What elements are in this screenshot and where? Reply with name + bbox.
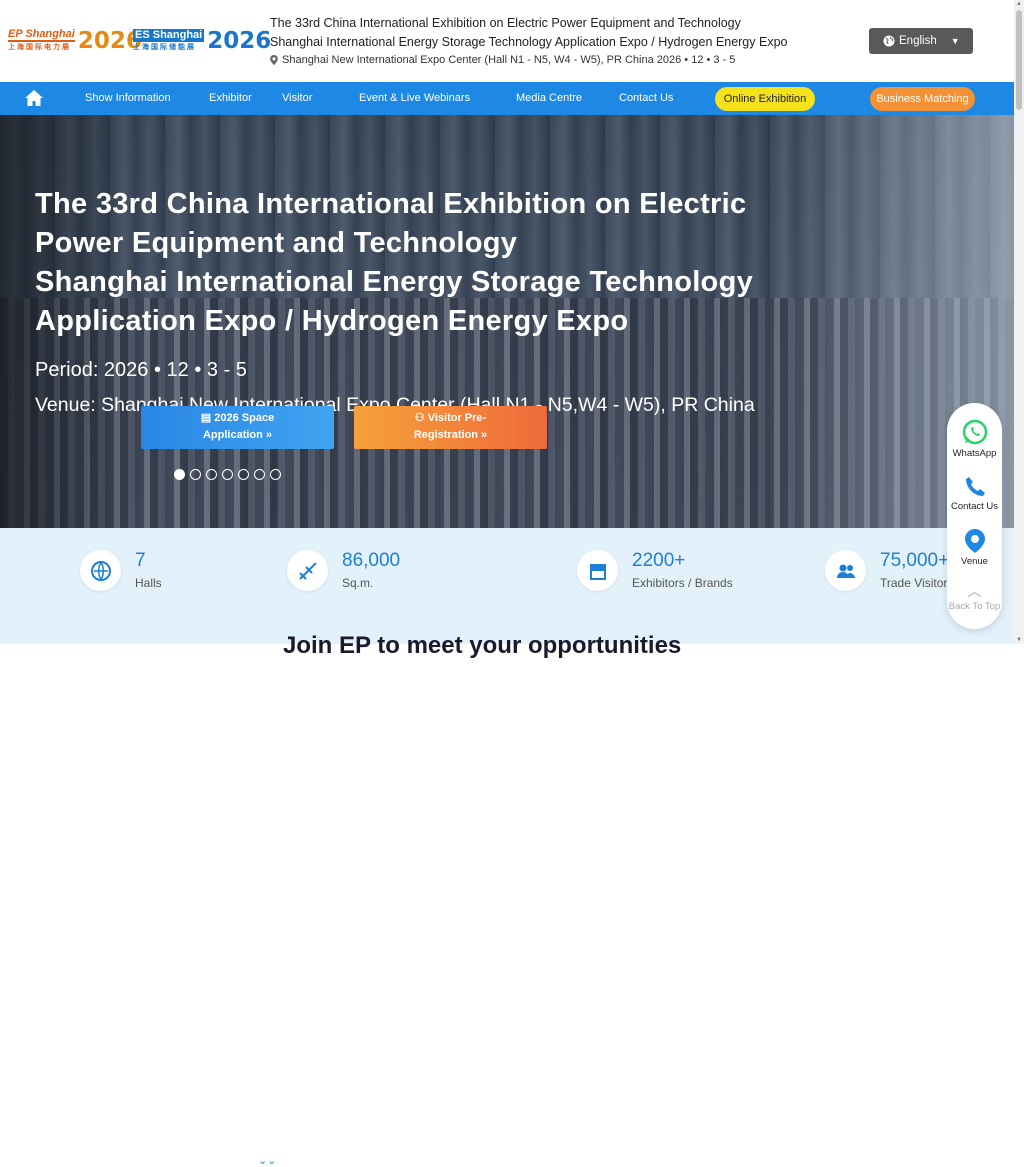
slider-dot[interactable] [270,469,281,480]
stat-label: Sq.m. [342,576,374,590]
ep-shanghai-logo[interactable]: EP Shanghai 上海国际电力展 2026 [8,26,142,56]
es-logo-cn: 上海国际储能展 [133,44,196,51]
section-heading: Join EP to meet your opportunities [283,632,682,659]
nav-visitor[interactable]: Visitor [282,82,312,115]
visitor-button-line2: Registration » [413,429,488,441]
slider-dot[interactable] [238,469,249,480]
online-exhibition-button[interactable]: Online Exhibition [715,87,815,111]
contact-us-label: Contact Us [951,501,998,512]
caret-down-icon: ▼ [950,36,960,46]
header-title-line1: The 33rd China International Exhibition … [270,16,741,30]
home-icon[interactable] [25,90,43,106]
scrollbar-thumb[interactable] [1016,10,1022,110]
double-chevron-down-icon: ⌄⌄ [258,1155,277,1167]
hero-title-line: The 33rd China International Exhibition … [35,188,747,220]
ep-logo-cn: 上海国际电力展 [8,44,71,51]
chevron-up-icon: ︿ [967,583,982,599]
stat-visitors: 75,000+ Trade Visitors [825,550,953,591]
slider-dot[interactable] [174,469,185,480]
area-icon [287,550,328,591]
location-pin-icon [270,55,278,65]
contact-us-link[interactable]: Contact Us [947,476,1002,512]
user-add-icon: ⚇ [414,412,428,424]
hero-title-line: Power Equipment and Technology [35,227,518,259]
map-pin-icon [964,529,985,553]
slider-dots [174,469,281,480]
visitors-icon [825,550,866,591]
back-to-top-button[interactable]: ︿ Back To Top [947,581,1002,612]
hero-period: Period: 2026 • 12 • 3 - 5 [35,359,247,381]
whatsapp-label: WhatsApp [952,448,997,459]
slider-dot[interactable] [206,469,217,480]
calendar-icon: ▤ [200,412,215,424]
stat-exhibitors: 2200+ Exhibitors / Brands [577,550,733,591]
header-title-line2: Shanghai International Energy Storage Te… [270,35,788,49]
whatsapp-icon [962,419,987,445]
nav-contact-us[interactable]: Contact Us [619,82,673,115]
nav-media-centre[interactable]: Media Centre [516,82,582,115]
stat-value: 75,000+ [880,550,950,571]
nav-event-live-webinars[interactable]: Event & Live Webinars [359,82,470,115]
stat-value: 86,000 [342,550,401,571]
site-header: EP Shanghai 上海国际电力展 2026 ES Shanghai 上海国… [0,0,1014,82]
venue-label: Venue [961,556,988,567]
header-text: The 33rd China International Exhibition … [270,14,830,66]
main-nav: Show Information Exhibitor Visitor Event… [0,82,1014,115]
slider-dot[interactable] [254,469,265,480]
ep-logo-tag: EP Shanghai [8,28,75,42]
back-to-top-label: Back To Top [948,601,1001,612]
whatsapp-link[interactable]: WhatsApp [947,419,1002,459]
hero-title-line: Shanghai International Energy Storage Te… [35,266,754,298]
venue-link[interactable]: Venue [947,529,1002,567]
globe-icon [883,35,895,47]
visitor-preregistration-button[interactable]: ⚇ Visitor Pre- Registration » [354,406,547,449]
nav-show-information[interactable]: Show Information [85,82,171,115]
phone-icon [965,477,985,496]
space-button-line1: 2026 Space [214,412,275,424]
stat-halls: 7 Halls [80,550,162,591]
halls-icon [80,550,121,591]
scroll-down-arrow-icon[interactable]: ▼ [1016,637,1022,643]
hero-banner: The 33rd China International Exhibition … [0,115,1014,528]
stats-band: 7 Halls 86,000 Sq.m. 2200+ Exhibitors / … [0,528,1014,1167]
space-button-line2: Application » [202,429,273,441]
slider-dot[interactable] [190,469,201,480]
es-logo-year: 2026 [207,28,272,54]
page-scrollbar[interactable]: ▲ ▼ [1014,0,1024,644]
hero-title-line: Application Expo / Hydrogen Energy Expo [35,305,629,337]
language-label: English [899,35,937,47]
header-venue: Shanghai New International Expo Center (… [270,54,830,66]
hero-title: The 33rd China International Exhibition … [35,185,855,341]
stat-value: 2200+ [632,550,686,571]
nav-exhibitor[interactable]: Exhibitor [209,82,252,115]
language-selector[interactable]: English ▼ [869,28,973,54]
es-shanghai-logo[interactable]: ES Shanghai 上海国际储能展 2026 [133,26,271,56]
exhibitors-icon [577,550,618,591]
slider-dot[interactable] [222,469,233,480]
floating-contact-bar: WhatsApp Contact Us Venue ︿ Back To Top [947,403,1002,629]
es-logo-tag: ES Shanghai [133,29,205,42]
stat-label: Exhibitors / Brands [632,576,733,590]
scroll-up-arrow-icon[interactable]: ▲ [1016,1,1022,7]
stat-label: Halls [135,576,162,590]
space-application-button[interactable]: ▤ 2026 Space Application » [141,406,334,449]
stat-label: Trade Visitors [880,576,954,590]
stat-area: 86,000 Sq.m. [287,550,400,591]
stat-value: 7 [135,550,146,571]
business-matching-button[interactable]: Business Matching [870,87,975,111]
header-venue-text: Shanghai New International Expo Center (… [282,54,736,66]
visitor-button-line1: Visitor Pre- [427,412,487,424]
